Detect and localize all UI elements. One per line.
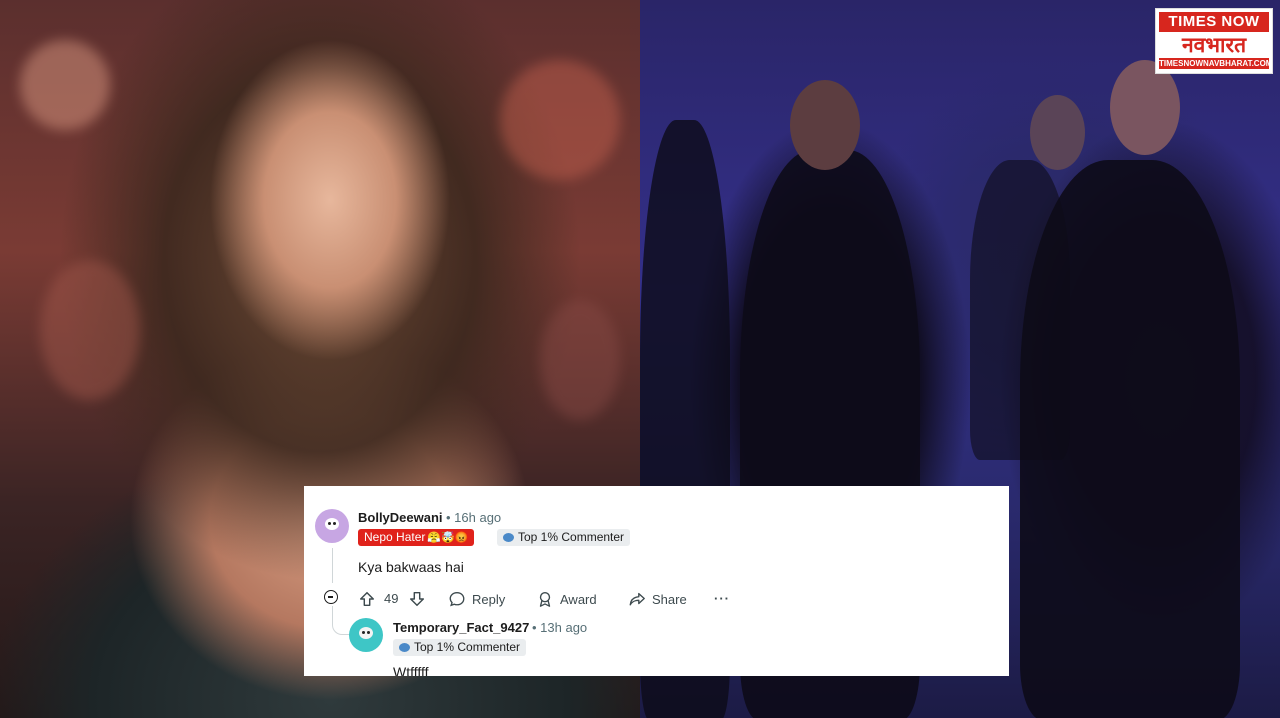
top-commenter-badge: Top 1% Commenter: [497, 529, 631, 546]
reply-body: Wtfffff: [393, 664, 429, 676]
downvote-button[interactable]: [408, 590, 432, 608]
logo-top-text: TIMES NOW: [1159, 12, 1269, 32]
collapse-thread-icon[interactable]: [324, 590, 338, 604]
award-button[interactable]: Award: [536, 590, 597, 608]
reply-timestamp: • 13h ago: [532, 620, 588, 635]
flair-emoji: 😤🤯😡: [427, 532, 469, 544]
share-button[interactable]: Share: [628, 590, 687, 608]
reply-icon: [449, 592, 465, 607]
more-options-button[interactable]: ···: [714, 590, 730, 608]
badge-label: Top 1% Commenter: [518, 530, 625, 544]
commenter-badge-icon: [503, 533, 514, 542]
comment-timestamp: • 16h ago: [446, 510, 502, 525]
downvote-icon: [409, 591, 425, 607]
commenter-avatar[interactable]: [315, 509, 349, 543]
reply-username[interactable]: Temporary_Fact_9427: [393, 620, 529, 635]
share-icon: [629, 592, 645, 606]
logo-main-text: नवभारत: [1159, 32, 1269, 58]
screenshot-stage: TIMES NOW नवभारत TIMESNOWNAVBHARAT.COM B…: [0, 0, 1280, 718]
times-now-navbharat-logo: TIMES NOW नवभारत TIMESNOWNAVBHARAT.COM: [1155, 8, 1273, 74]
reply-top-commenter-badge: Top 1% Commenter: [393, 639, 527, 656]
reply-button[interactable]: Reply: [448, 590, 505, 608]
thread-line: [332, 548, 333, 583]
flair-label: Nepo Hater: [364, 530, 426, 544]
award-label: Award: [560, 592, 597, 607]
reply-thread-connector: [332, 606, 351, 635]
reply-label: Reply: [472, 592, 506, 607]
award-icon: [539, 592, 551, 607]
upvote-icon: [359, 591, 375, 607]
user-flair-nepo-hater: Nepo Hater 😤🤯😡: [358, 529, 475, 546]
commenter-badge-icon: [399, 643, 410, 652]
logo-url-text: TIMESNOWNAVBHARAT.COM: [1159, 58, 1273, 69]
vote-count: 49: [384, 591, 399, 606]
comment-username[interactable]: BollyDeewani: [358, 510, 443, 525]
share-label: Share: [652, 592, 687, 607]
comment-body: Kya bakwaas hai: [358, 559, 464, 575]
upvote-button[interactable]: [358, 590, 382, 608]
reply-badge-label: Top 1% Commenter: [414, 640, 521, 654]
reddit-comment-card: BollyDeewani • 16h ago Nepo Hater 😤🤯😡 Top…: [304, 486, 1009, 676]
reply-avatar[interactable]: [349, 618, 383, 652]
